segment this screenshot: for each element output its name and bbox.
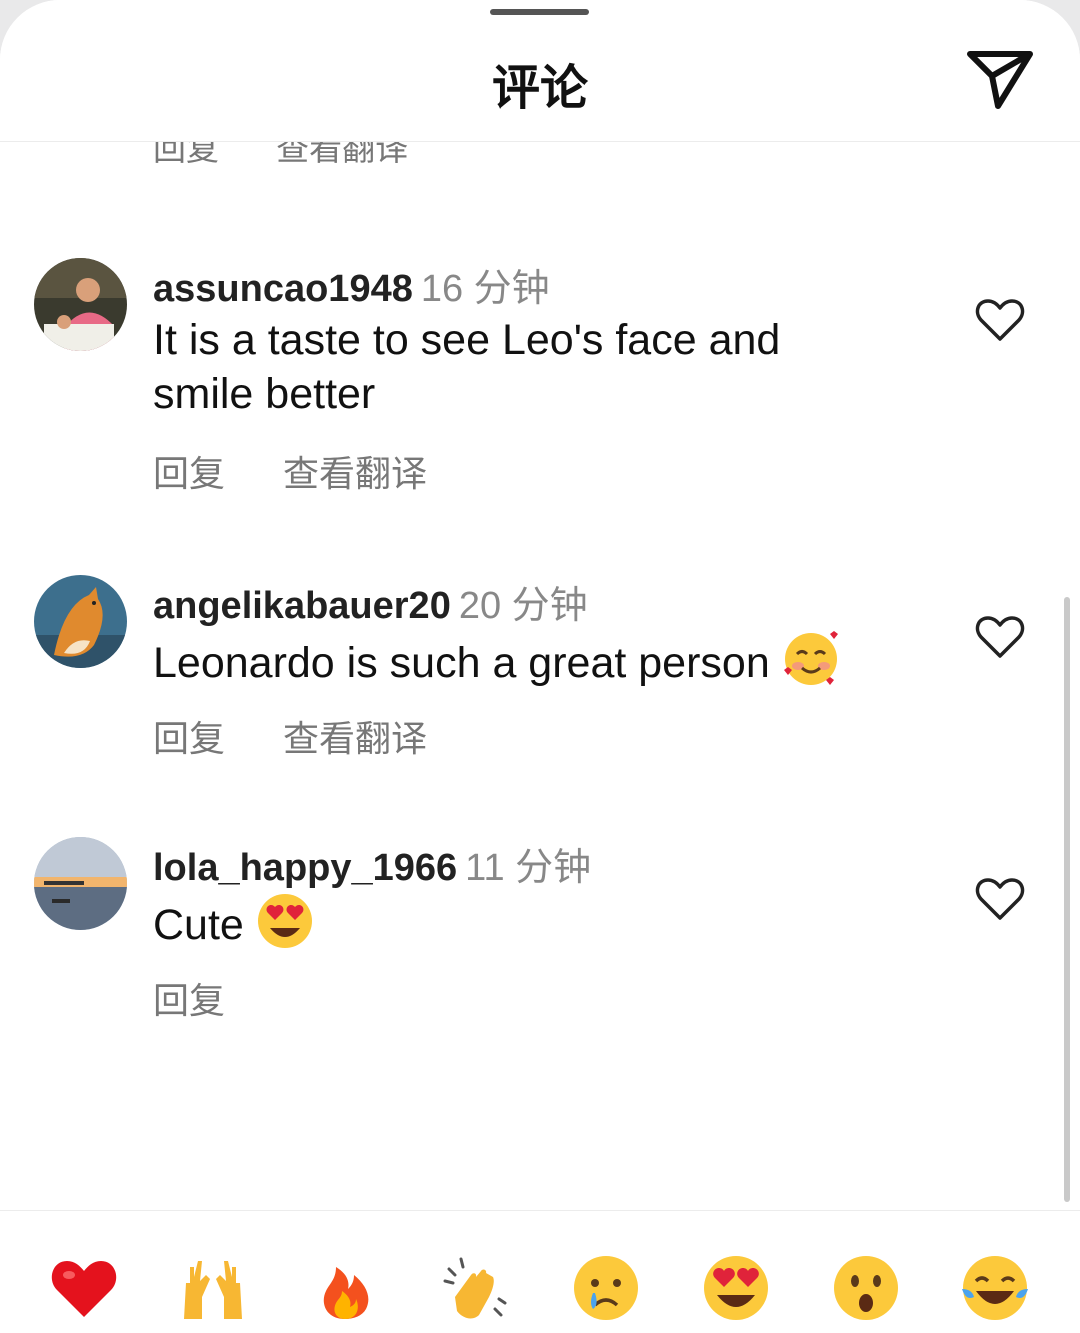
reply-button[interactable]: 回复 [153, 980, 225, 1021]
clapping-hands-icon[interactable] [441, 1253, 511, 1323]
avatar[interactable] [34, 837, 127, 930]
drag-handle[interactable] [490, 9, 589, 15]
red-heart-icon[interactable] [49, 1253, 119, 1323]
avatar[interactable] [34, 575, 127, 668]
comment-text-body: Leonardo is such a great person [153, 638, 770, 687]
avatar[interactable] [34, 258, 127, 351]
heart-outline-icon[interactable] [975, 297, 1025, 343]
reply-button[interactable]: 回复 [153, 142, 219, 167]
fire-icon[interactable] [310, 1253, 380, 1323]
see-translation-button[interactable]: 查看翻译 [283, 453, 427, 494]
reaction-bar [0, 1210, 1080, 1333]
header: 评论 [0, 0, 1080, 142]
timestamp: 11 分钟 [465, 847, 592, 889]
reply-button[interactable]: 回复 [153, 718, 225, 759]
see-translation-button[interactable]: 查看翻译 [276, 142, 408, 167]
comment-meta: angelikabauer20 20 分钟 [153, 574, 588, 629]
username[interactable]: lola_happy_1966 [153, 847, 457, 889]
username[interactable]: angelikabauer20 [153, 585, 451, 627]
comment-actions-partial: 回复 查看翻译 [153, 142, 456, 170]
comment-text: It is a taste to see Leo's face and smil… [153, 316, 781, 418]
comment-actions: 回复 查看翻译 [153, 710, 475, 762]
page-title: 评论 [491, 62, 588, 115]
crying-face-icon[interactable] [571, 1253, 641, 1323]
heart-eyes-icon[interactable] [701, 1253, 771, 1323]
comment-text: Leonardo is such a great person [153, 630, 933, 701]
comment-list[interactable]: 回复 查看翻译 assuncao1948 16 分钟 It is a taste … [0, 142, 1080, 1210]
comment-text-body: Cute [153, 900, 244, 949]
comment-actions: 回复 查看翻译 [153, 445, 475, 497]
username[interactable]: assuncao1948 [153, 268, 413, 310]
comments-sheet: 评论 回复 查看翻译 assuncao1948 16 分钟 It is a ta… [0, 0, 1080, 1333]
timestamp: 20 分钟 [458, 585, 588, 627]
surprised-face-icon[interactable] [831, 1253, 901, 1323]
raising-hands-icon[interactable] [178, 1253, 248, 1323]
heart-eyes-icon [256, 892, 314, 963]
see-translation-button[interactable]: 查看翻译 [283, 718, 427, 759]
send-icon[interactable] [964, 46, 1036, 110]
reply-button[interactable]: 回复 [153, 453, 225, 494]
comment-actions: 回复 [153, 972, 273, 1024]
scrollbar[interactable] [1064, 597, 1070, 1202]
comment-meta: assuncao1948 16 分钟 [153, 257, 550, 312]
comment-meta: lola_happy_1966 11 分钟 [153, 836, 591, 891]
smiling-face-with-hearts-icon [782, 630, 840, 701]
comment-text: Cute [153, 892, 873, 963]
timestamp: 16 分钟 [420, 268, 550, 310]
tears-of-joy-icon[interactable] [960, 1253, 1030, 1323]
heart-outline-icon[interactable] [975, 614, 1025, 660]
heart-outline-icon[interactable] [975, 876, 1025, 922]
